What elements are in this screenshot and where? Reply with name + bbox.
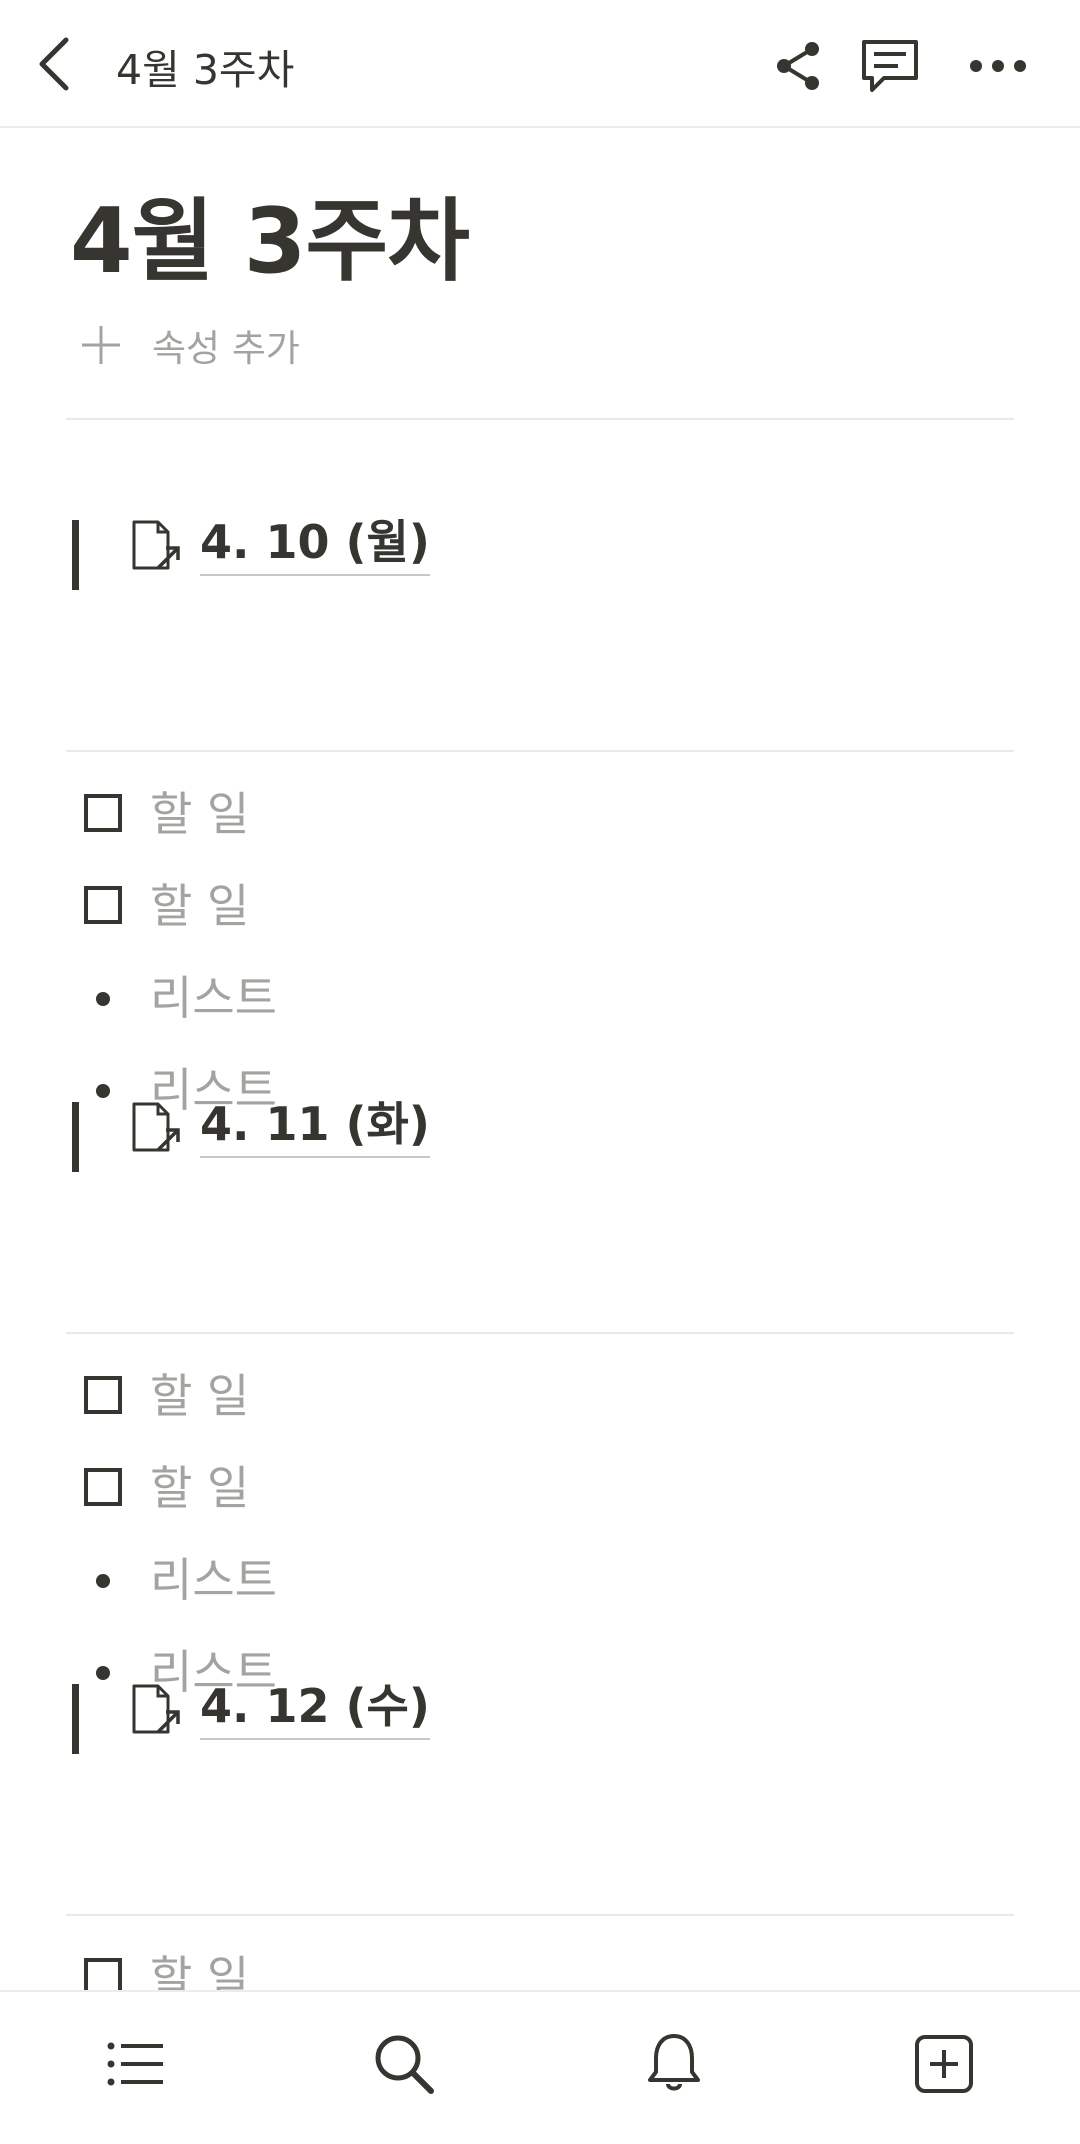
plus-icon	[82, 326, 120, 364]
comment-icon[interactable]	[858, 36, 922, 96]
section-header: 4. 11 (화)	[0, 1090, 1080, 1190]
bullet-item: 리스트	[0, 1534, 1080, 1626]
divider	[66, 418, 1014, 420]
divider	[66, 1914, 1014, 1916]
divider	[66, 750, 1014, 752]
bullet-text[interactable]: 리스트	[150, 1552, 277, 1608]
todo-item: 할 일	[0, 1442, 1080, 1534]
checkbox[interactable]	[84, 1468, 122, 1506]
section-items: 할 일 할 일 리스트 리스트	[0, 768, 1080, 1136]
section-page-link[interactable]: 4. 12 (수)	[200, 1676, 430, 1740]
add-property-label: 속성 추가	[152, 327, 300, 370]
checkbox[interactable]	[84, 886, 122, 924]
section-apr-11: 4. 11 (화) 할 일 할 일 리스트 리스트	[0, 1090, 1080, 1699]
bell-icon[interactable]	[642, 2032, 706, 2096]
section-items: 할 일 할 일 리스트 리스트	[0, 1350, 1080, 1718]
todo-text[interactable]: 할 일	[150, 786, 249, 842]
bottom-nav	[0, 1990, 1080, 2144]
search-icon[interactable]	[372, 2032, 436, 2096]
bullet-text[interactable]: 리스트	[150, 970, 277, 1026]
quote-bar	[72, 520, 79, 590]
section-apr-10: 4. 10 (월) 할 일 할 일 리스트 리스트	[0, 508, 1080, 1117]
quote-bar	[72, 1684, 79, 1754]
todo-item: 할 일	[0, 860, 1080, 952]
section-apr-12: 4. 12 (수) 할 일 할 일	[0, 1672, 1080, 2097]
add-property-button[interactable]: 속성 추가	[80, 320, 300, 370]
section-header: 4. 10 (월)	[0, 508, 1080, 608]
checkbox[interactable]	[84, 1376, 122, 1414]
list-icon[interactable]	[103, 2032, 167, 2096]
todo-item: 할 일	[0, 768, 1080, 860]
section-page-link[interactable]: 4. 11 (화)	[200, 1094, 430, 1158]
share-icon[interactable]	[768, 36, 828, 96]
todo-text[interactable]: 할 일	[150, 1368, 249, 1424]
todo-text[interactable]: 할 일	[150, 878, 249, 934]
section-page-link[interactable]: 4. 10 (월)	[200, 512, 430, 576]
chevron-left-icon[interactable]	[30, 34, 78, 94]
checkbox[interactable]	[84, 794, 122, 832]
page-link-icon	[132, 1684, 180, 1734]
top-bar: 4월 3주차	[0, 0, 1080, 128]
topbar-title: 4월 3주차	[116, 46, 295, 94]
quote-bar	[72, 1102, 79, 1172]
page-link-icon	[132, 1102, 180, 1152]
divider	[66, 1332, 1014, 1334]
page-link-icon	[132, 520, 180, 570]
todo-item: 할 일	[0, 1350, 1080, 1442]
bullet-icon	[96, 1574, 110, 1588]
bullet-icon	[96, 992, 110, 1006]
page-title[interactable]: 4월 3주차	[70, 168, 470, 298]
todo-text[interactable]: 할 일	[150, 1460, 249, 1516]
new-page-icon[interactable]	[912, 2032, 976, 2096]
more-horizontal-icon[interactable]	[966, 36, 1030, 96]
section-header: 4. 12 (수)	[0, 1672, 1080, 1772]
bullet-item: 리스트	[0, 952, 1080, 1044]
